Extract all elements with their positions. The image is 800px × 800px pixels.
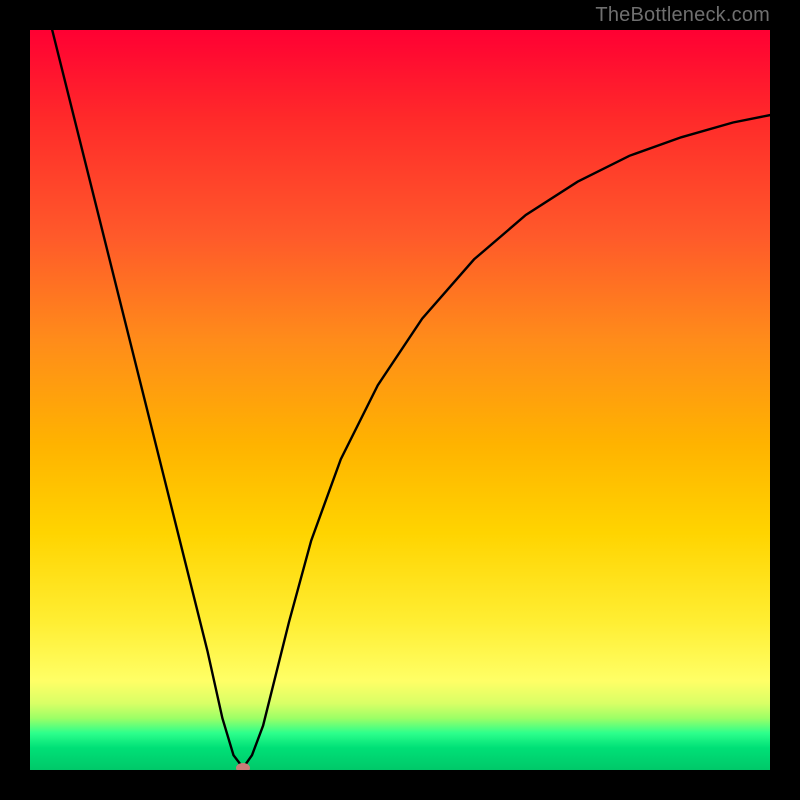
- chart-frame: TheBottleneck.com: [0, 0, 800, 800]
- plot-area: [30, 30, 770, 770]
- watermark-text: TheBottleneck.com: [595, 4, 770, 27]
- curve-path: [52, 30, 770, 768]
- curve-svg: [30, 30, 770, 770]
- minimum-marker: [236, 763, 250, 770]
